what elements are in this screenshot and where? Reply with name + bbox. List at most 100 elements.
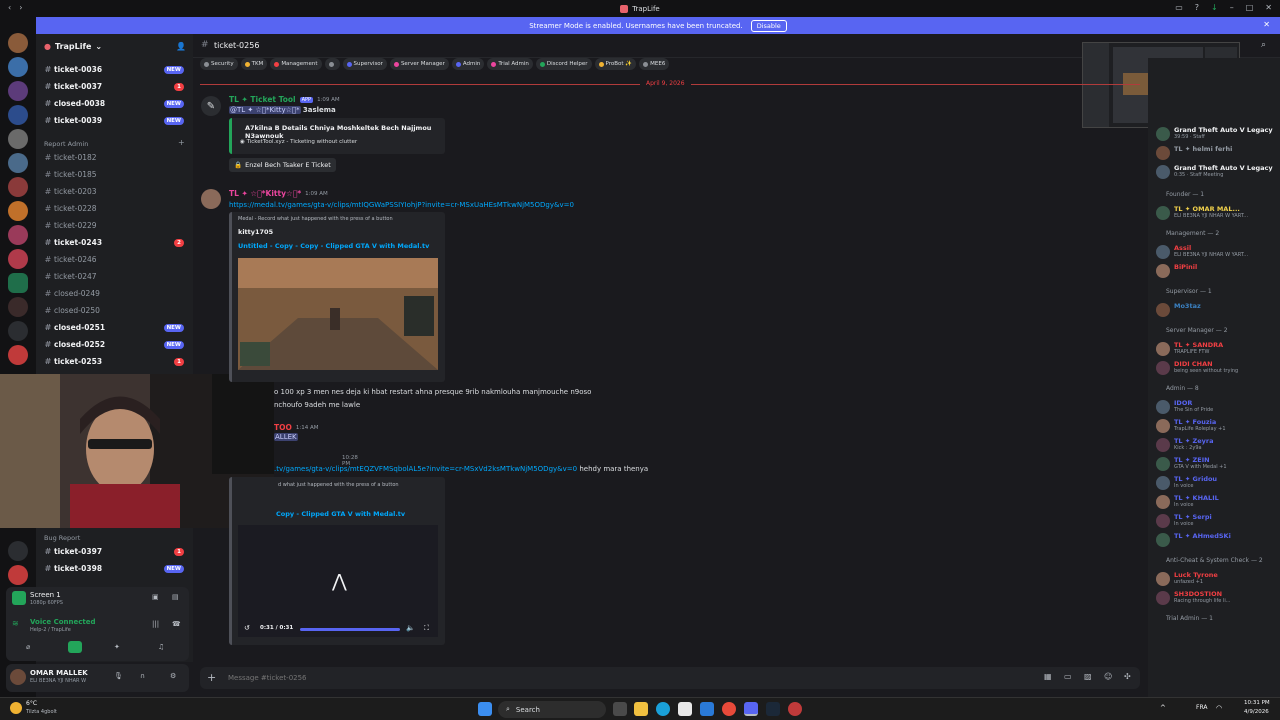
app-icon[interactable] <box>788 702 802 716</box>
server-icon[interactable] <box>8 129 28 149</box>
server-icon[interactable] <box>8 225 28 245</box>
channel-ticket-0243[interactable]: # ticket-0243 2 <box>42 235 188 250</box>
server-icon[interactable] <box>8 541 28 561</box>
role-tag[interactable]: Supervisor <box>342 58 387 70</box>
windows-start-icon[interactable] <box>478 702 492 716</box>
add-channel-icon[interactable]: + <box>178 138 185 147</box>
gear-icon[interactable]: ⚙ <box>170 672 176 680</box>
server-name[interactable]: ● TrapLife ⌄ <box>44 42 102 51</box>
member-item[interactable]: TL ✦ AHmedSKi <box>1156 532 1276 548</box>
disable-button[interactable]: Disable <box>750 19 787 32</box>
add-member-icon[interactable]: 👤 <box>176 42 186 51</box>
channel-ticket-0398[interactable]: # ticket-0398 NEW <box>42 561 188 576</box>
mention-text[interactable]: ALLEK <box>274 433 298 441</box>
channel-ticket-0229[interactable]: # ticket-0229 <box>42 218 188 233</box>
member-item[interactable]: TL ✦ Fouzia TrapLife Roleplay +1 <box>1156 418 1276 434</box>
author-name[interactable]: TL ✦ ☆゚*Kitty☆゚* <box>229 189 301 198</box>
video-player[interactable]: ⋀ ↺ 0:31 / 0:31 🔈 ⛶ <box>238 525 438 637</box>
member-item[interactable]: TL ✦ Zeyra Kick : 2y9a <box>1156 437 1276 453</box>
gif-icon[interactable]: ▭ <box>1064 672 1072 681</box>
clip-thumbnail[interactable] <box>238 258 438 370</box>
member-item[interactable]: Grand Theft Auto V Legacy 0:35 · Staff Me… <box>1156 164 1276 180</box>
channel-closed-0038[interactable]: # closed-0038 NEW <box>42 96 188 111</box>
role-tag[interactable]: Security <box>200 58 238 70</box>
role-tag[interactable]: Discord Helper <box>535 58 592 70</box>
channel-ticket-0246[interactable]: # ticket-0246 <box>42 252 188 267</box>
role-tag[interactable] <box>324 58 340 70</box>
category-bug-report[interactable]: Bug Report <box>44 534 80 542</box>
channel-ticket-0253[interactable]: # ticket-0253 1 <box>42 354 188 369</box>
soundboard-icon[interactable]: ♫ <box>158 643 164 651</box>
mail-icon[interactable] <box>700 702 714 716</box>
channel-closed-0250[interactable]: # closed-0250 <box>42 303 188 318</box>
server-icon[interactable] <box>8 321 28 341</box>
channel-closed-0251[interactable]: # closed-0251 NEW <box>42 320 188 335</box>
maximize-icon[interactable]: □ <box>1246 3 1254 12</box>
back-icon[interactable]: ‹ <box>8 3 11 12</box>
role-tag[interactable]: MEE6 <box>639 58 670 70</box>
member-item[interactable]: TL ✦ helmi ferhi <box>1156 145 1276 161</box>
channel-ticket-0203[interactable]: # ticket-0203 <box>42 184 188 199</box>
voice-status[interactable]: Voice Connected <box>30 618 96 626</box>
progress-bar[interactable] <box>300 628 400 631</box>
author-name[interactable]: TOO <box>274 423 292 432</box>
create-ticket-button[interactable]: 🔒 Enzel Bech Tsaker E Ticket <box>229 158 336 172</box>
channel-ticket-0228[interactable]: # ticket-0228 <box>42 201 188 216</box>
apps-icon[interactable]: ✣ <box>1124 672 1131 681</box>
server-icon[interactable] <box>8 81 28 101</box>
author-name[interactable]: TL ✦ Ticket Tool <box>229 95 296 104</box>
server-icon[interactable] <box>8 33 28 53</box>
server-icon[interactable] <box>8 345 28 365</box>
volume-icon[interactable]: 🔈 <box>406 624 415 632</box>
stop-stream-icon[interactable]: ▤ <box>172 593 179 601</box>
taskbar-search[interactable]: ⌕ Search <box>498 701 606 718</box>
clock-date[interactable]: 4/9/2026 <box>1244 709 1269 715</box>
member-item[interactable]: Mo3taz <box>1156 302 1276 318</box>
channel-ticket-0185[interactable]: # ticket-0185 <box>42 167 188 182</box>
member-item[interactable]: Grand Theft Auto V Legacy 39:59 · Staff <box>1156 126 1276 142</box>
activity-icon[interactable]: ✦ <box>114 643 120 651</box>
weather-icon[interactable] <box>10 702 22 714</box>
category-report-admin[interactable]: Report Admin <box>44 140 88 148</box>
server-icon[interactable] <box>8 273 28 293</box>
voice-channel[interactable]: Help-2 / TrapLife <box>30 627 71 633</box>
clock-time[interactable]: 10:31 PM <box>1244 700 1270 706</box>
steam-icon[interactable] <box>766 702 780 716</box>
close-banner-icon[interactable]: ✕ <box>1263 20 1270 29</box>
server-icon[interactable] <box>8 249 28 269</box>
clip-link-2[interactable]: .tv/games/gta-v/clips/mtEQZVFMSqbolAL5e?… <box>274 465 577 473</box>
download-icon[interactable]: ↓ <box>1211 3 1218 12</box>
fullscreen-icon[interactable]: ⛶ <box>424 624 429 633</box>
server-icon[interactable] <box>8 201 28 221</box>
message-input[interactable] <box>228 671 828 685</box>
sticker-icon[interactable]: ▨ <box>1084 672 1092 681</box>
minimize-icon[interactable]: – <box>1230 3 1234 12</box>
disconnect-icon[interactable]: ☎ <box>172 620 181 628</box>
file-explorer-icon[interactable] <box>634 702 648 716</box>
channel-ticket-0037[interactable]: # ticket-0037 1 <box>42 79 188 94</box>
close-window-icon[interactable]: ✕ <box>1265 3 1272 12</box>
channel-closed-0249[interactable]: # closed-0249 <box>42 286 188 301</box>
mic-icon[interactable]: 🎙 <box>114 672 123 680</box>
role-tag[interactable]: Trial Admin <box>487 58 533 70</box>
user-mention[interactable]: @TL ✦ ☆゚*Kitty☆゚* <box>229 106 301 114</box>
forward-icon[interactable]: › <box>19 3 22 12</box>
channel-ticket-0036[interactable]: # ticket-0036 NEW <box>42 62 188 77</box>
gift-icon[interactable]: ▦ <box>1044 672 1052 681</box>
tray-arrow-icon[interactable]: ^ <box>1160 704 1166 712</box>
member-item[interactable]: BiPinil <box>1156 263 1276 279</box>
server-icon[interactable] <box>8 57 28 77</box>
attach-icon[interactable]: + <box>207 671 216 684</box>
avatar[interactable] <box>10 669 26 685</box>
member-item[interactable]: TL ✦ Serpi In voice <box>1156 513 1276 529</box>
ticket-tool-avatar[interactable]: ✎ <box>201 96 221 116</box>
channel-ticket-0182[interactable]: # ticket-0182 <box>42 150 188 165</box>
chrome-icon[interactable] <box>722 702 736 716</box>
server-icon[interactable] <box>8 565 28 585</box>
inbox-icon[interactable]: ▭ <box>1175 3 1183 12</box>
channel-ticket-0247[interactable]: # ticket-0247 <box>42 269 188 284</box>
share-screen-button[interactable] <box>68 641 82 653</box>
member-item[interactable]: SH3DOSTION Racing through life li... <box>1156 590 1276 606</box>
help-icon[interactable]: ? <box>1195 3 1199 12</box>
channel-ticket-0397[interactable]: # ticket-0397 1 <box>42 544 188 559</box>
